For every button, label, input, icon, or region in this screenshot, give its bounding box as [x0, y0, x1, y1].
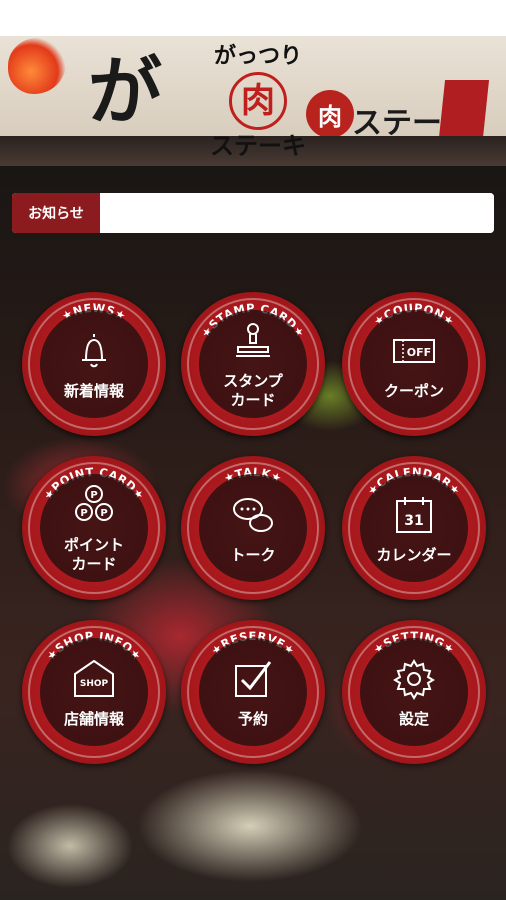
calendar-menu-label: カレンダー — [376, 545, 452, 564]
stamp-icon — [230, 318, 276, 368]
coupon-icon: OFF — [391, 328, 437, 378]
svg-text:P: P — [100, 508, 107, 519]
shop-menu-face: SHOP 店舗情報 — [40, 638, 148, 746]
stamp-menu-button[interactable]: ★STAMP CARD★ スタンプ カード — [181, 292, 325, 436]
logo-top-text: がっつり — [213, 44, 302, 69]
calendar-icon: 31 — [391, 492, 437, 542]
setting-menu-button[interactable]: ★SETTING★ 設定 — [342, 620, 486, 764]
sign-big-text: が — [88, 49, 162, 135]
logo-meat-emblem: 肉 — [229, 72, 287, 130]
coupon-menu-button[interactable]: ★COUPON★ OFF クーポン — [342, 292, 486, 436]
news-ticker-content[interactable] — [100, 193, 494, 233]
svg-text:SHOP: SHOP — [80, 679, 109, 689]
header-banner: が 肉 ステーキ がっつり 肉 ステーキ — [0, 36, 506, 166]
svg-text:P: P — [90, 490, 97, 501]
stamp-menu-face: スタンプ カード — [199, 310, 307, 418]
coupon-menu-face: OFF クーポン — [360, 310, 468, 418]
point-icon: PPP — [71, 482, 117, 532]
bell-icon — [71, 328, 117, 378]
brand-logo: がっつり 肉 ステーキ — [194, 44, 322, 166]
news-menu-face: 新着情報 — [40, 310, 148, 418]
logo-bottom-text: ステーキ — [210, 132, 306, 160]
calendar-menu-face: 31 カレンダー — [360, 474, 468, 582]
point-menu-face: P P P ポイント カード — [40, 474, 148, 582]
reserve-menu-face: 予約 — [199, 638, 307, 746]
point-menu-button[interactable]: ★POINT CARD★ P P P ポイント カード — [22, 456, 166, 600]
talk-menu-label: トーク — [230, 545, 276, 564]
gear-icon — [391, 656, 437, 706]
status-bar — [0, 0, 506, 36]
coupon-menu-label: クーポン — [383, 381, 444, 400]
news-menu-label: 新着情報 — [63, 381, 124, 400]
chat-icon — [230, 492, 276, 542]
news-menu-button[interactable]: ★NEWS★ 新着情報 — [22, 292, 166, 436]
news-ticker[interactable]: お知らせ — [12, 193, 494, 233]
shop-menu-label: 店舗情報 — [63, 709, 124, 728]
reserve-menu-button[interactable]: ★RESERVE★ 予約 — [181, 620, 325, 764]
talk-menu-face: トーク — [199, 474, 307, 582]
svg-text:P: P — [80, 508, 87, 519]
calendar-menu-button[interactable]: ★CALENDAR★ 31 カレンダー — [342, 456, 486, 600]
news-ticker-label: お知らせ — [12, 193, 100, 233]
point-menu-label: ポイント カード — [63, 536, 124, 573]
stamp-menu-label: スタンプ カード — [223, 372, 283, 409]
svg-text:31: 31 — [404, 513, 423, 529]
shop-icon: SHOP — [71, 656, 117, 706]
shop-menu-button[interactable]: ★SHOP INFO★ SHOP 店舗情報 — [22, 620, 166, 764]
setting-menu-face: 設定 — [360, 638, 468, 746]
setting-menu-label: 設定 — [398, 709, 429, 728]
svg-text:OFF: OFF — [407, 346, 431, 359]
checkbox-icon — [230, 656, 276, 706]
talk-menu-button[interactable]: ★TALK★ トーク — [181, 456, 325, 600]
reserve-menu-label: 予約 — [237, 709, 268, 728]
